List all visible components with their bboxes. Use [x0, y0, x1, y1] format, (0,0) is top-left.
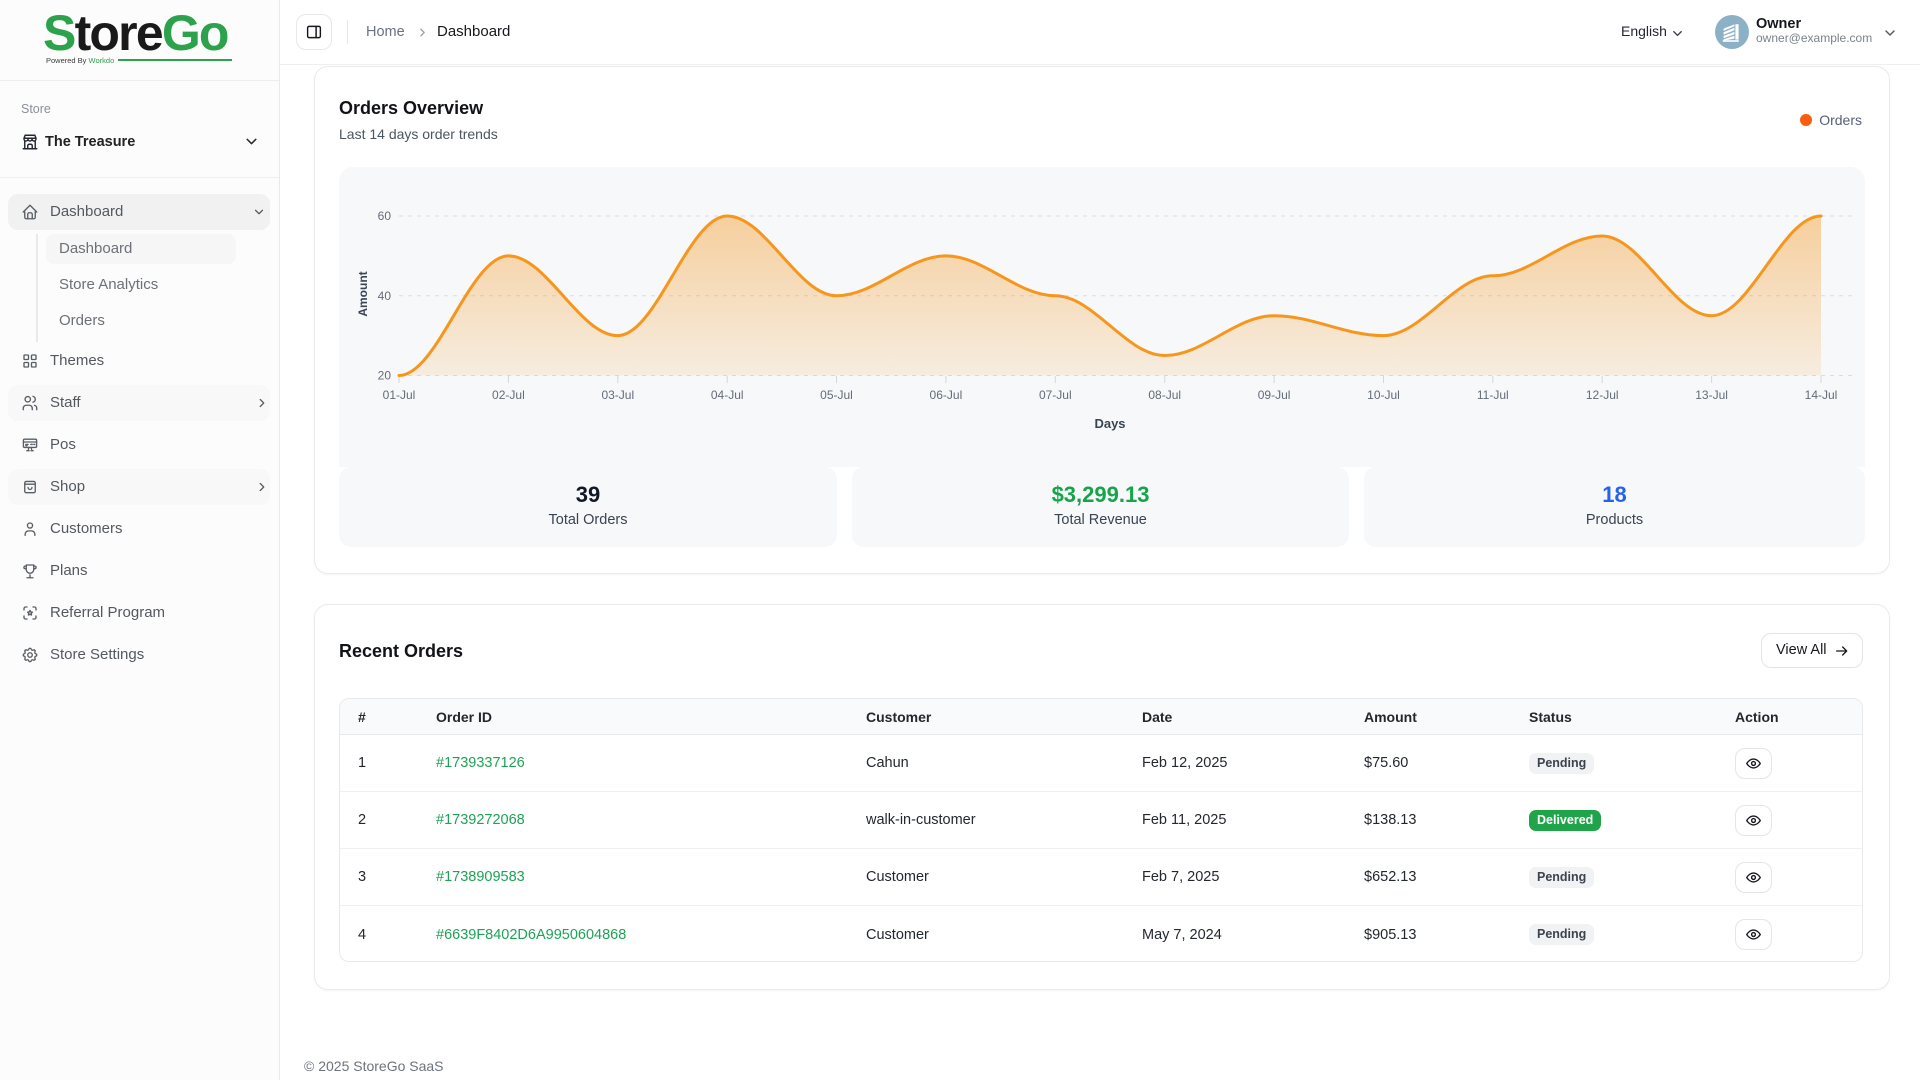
- svg-text:09-Jul: 09-Jul: [1258, 388, 1291, 402]
- svg-text:01-Jul: 01-Jul: [383, 388, 416, 402]
- svg-text:02-Jul: 02-Jul: [492, 388, 525, 402]
- svg-text:60: 60: [378, 209, 392, 223]
- svg-text:08-Jul: 08-Jul: [1148, 388, 1181, 402]
- svg-text:03-Jul: 03-Jul: [601, 388, 634, 402]
- svg-text:11-Jul: 11-Jul: [1477, 388, 1509, 402]
- svg-text:Days: Days: [1094, 416, 1125, 431]
- svg-text:06-Jul: 06-Jul: [930, 388, 963, 402]
- svg-text:40: 40: [378, 289, 392, 303]
- svg-text:12-Jul: 12-Jul: [1586, 388, 1619, 402]
- svg-text:05-Jul: 05-Jul: [820, 388, 853, 402]
- svg-text:10-Jul: 10-Jul: [1367, 388, 1400, 402]
- svg-text:04-Jul: 04-Jul: [711, 388, 744, 402]
- svg-text:14-Jul: 14-Jul: [1805, 388, 1838, 402]
- svg-text:13-Jul: 13-Jul: [1695, 388, 1728, 402]
- svg-text:20: 20: [378, 369, 392, 383]
- svg-text:Amount: Amount: [356, 271, 370, 316]
- svg-text:07-Jul: 07-Jul: [1039, 388, 1072, 402]
